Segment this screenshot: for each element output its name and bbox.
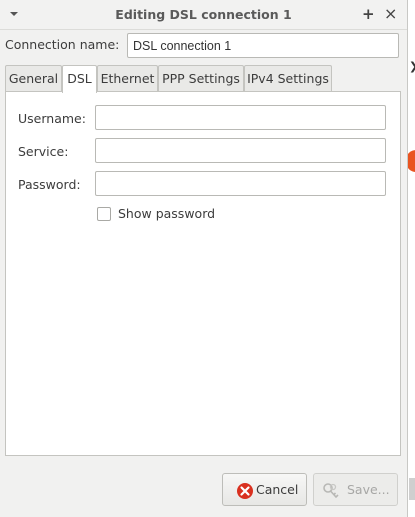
cancel-icon: [236, 482, 254, 500]
tab-ipv4-settings[interactable]: IPv4 Settings: [244, 65, 332, 91]
username-label: Username:: [18, 111, 86, 126]
password-input[interactable]: [95, 171, 386, 196]
close-icon[interactable]: ×: [384, 6, 397, 22]
cancel-button[interactable]: Cancel: [222, 473, 307, 506]
service-label: Service:: [18, 144, 69, 159]
connection-name-row: Connection name:: [5, 33, 400, 59]
tab-general[interactable]: General: [5, 65, 62, 91]
plus-icon[interactable]: +: [362, 7, 375, 22]
tab-dsl[interactable]: DSL: [62, 65, 97, 93]
title-bar[interactable]: Editing DSL connection 1 + ×: [0, 0, 407, 30]
background-window-edge: [408, 0, 415, 517]
dialog-window: Editing DSL connection 1 + × Connection …: [0, 0, 408, 517]
save-button-label: Save...: [347, 482, 390, 497]
show-password-checkbox[interactable]: [97, 207, 111, 221]
save-button[interactable]: Save...: [313, 473, 398, 506]
connection-name-input[interactable]: [127, 33, 399, 58]
dsl-panel: Username: Service: Password: Show passwo…: [5, 91, 401, 456]
background-button-edge: [409, 478, 415, 500]
window-title: Editing DSL connection 1: [115, 7, 292, 22]
cancel-button-label: Cancel: [256, 482, 299, 497]
password-label: Password:: [18, 177, 81, 192]
connection-name-label: Connection name:: [5, 37, 120, 52]
background-glyph: ❯: [409, 60, 415, 73]
show-password-label[interactable]: Show password: [118, 206, 215, 221]
tab-ethernet[interactable]: Ethernet: [97, 65, 158, 91]
tab-ppp-settings[interactable]: PPP Settings: [158, 65, 244, 91]
service-input[interactable]: [95, 138, 386, 163]
keys-icon: [322, 482, 340, 500]
username-input[interactable]: [95, 105, 386, 130]
